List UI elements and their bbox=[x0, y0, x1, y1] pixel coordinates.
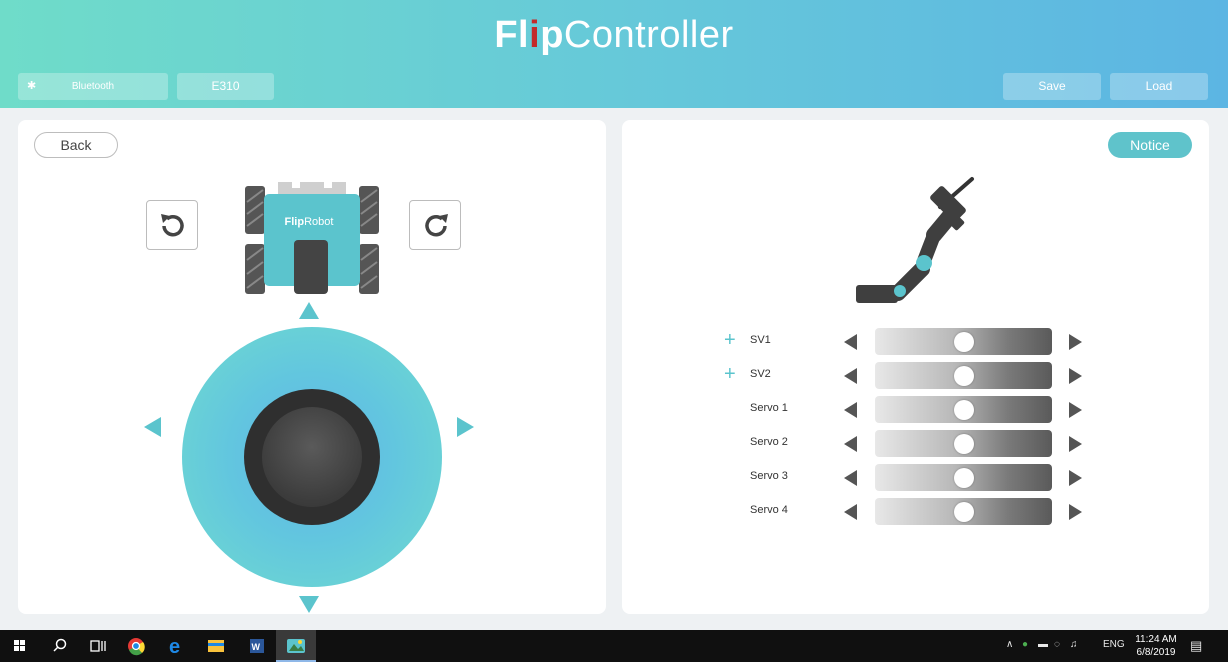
bluetooth-button[interactable]: ✱ Bluetooth bbox=[18, 73, 168, 100]
servo-slider[interactable] bbox=[875, 328, 1052, 355]
save-button[interactable]: Save bbox=[1003, 73, 1101, 100]
servo-slider-thumb[interactable] bbox=[953, 502, 974, 522]
tray-defender-icon[interactable]: ● bbox=[1022, 639, 1028, 650]
tray-overflow-chevron-icon[interactable]: ∧ bbox=[1006, 639, 1013, 650]
taskbar-word[interactable]: W bbox=[236, 630, 276, 662]
servo-slider[interactable] bbox=[875, 430, 1052, 457]
servo-label: Servo 3 bbox=[750, 470, 788, 482]
arrow-left-button[interactable] bbox=[144, 417, 161, 437]
servo-row: Servo 1 bbox=[622, 396, 1209, 424]
servo-row: Servo 3 bbox=[622, 464, 1209, 492]
windows-icon bbox=[14, 640, 25, 651]
tray-battery-icon[interactable]: ▬ bbox=[1038, 639, 1048, 650]
task-view-icon bbox=[90, 640, 106, 652]
servo-increase-button[interactable] bbox=[1069, 334, 1082, 350]
servo-increase-button[interactable] bbox=[1069, 470, 1082, 486]
robot-image bbox=[245, 182, 379, 294]
back-button[interactable]: Back bbox=[34, 132, 118, 158]
servo-row: + SV1 bbox=[622, 328, 1209, 356]
servo-row: + SV2 bbox=[622, 362, 1209, 390]
model-button[interactable]: E310 bbox=[177, 73, 274, 100]
tray-volume-icon[interactable]: ♫ bbox=[1070, 639, 1078, 650]
servo-slider-thumb[interactable] bbox=[953, 332, 974, 352]
servo-label: SV2 bbox=[750, 368, 771, 380]
servo-increase-button[interactable] bbox=[1069, 368, 1082, 384]
servo-increase-button[interactable] bbox=[1069, 504, 1082, 520]
servo-increase-button[interactable] bbox=[1069, 436, 1082, 452]
arrow-up-button[interactable] bbox=[299, 302, 319, 319]
servo-slider[interactable] bbox=[875, 464, 1052, 491]
add-servo-button[interactable]: + bbox=[724, 364, 736, 384]
header-bar: FlipController ✱ Bluetooth E310 Save Loa… bbox=[0, 0, 1228, 108]
servo-slider[interactable] bbox=[875, 396, 1052, 423]
servo-decrease-button[interactable] bbox=[844, 402, 857, 418]
app-logo: FlipController bbox=[494, 14, 734, 56]
rotate-right-button[interactable] bbox=[409, 200, 461, 250]
arm-panel: Notice + SV1 + SV2 Servo 1 Servo 2 Servo 3 Serv… bbox=[622, 120, 1209, 614]
servo-decrease-button[interactable] bbox=[844, 504, 857, 520]
servo-label: Servo 1 bbox=[750, 402, 788, 414]
taskbar-chrome[interactable] bbox=[116, 630, 156, 662]
servo-label: SV1 bbox=[750, 334, 771, 346]
servo-slider[interactable] bbox=[875, 498, 1052, 525]
rotate-cw-icon bbox=[425, 214, 448, 237]
servo-decrease-button[interactable] bbox=[844, 334, 857, 350]
robot-brand-label: FlipRobot bbox=[284, 216, 334, 228]
start-button[interactable] bbox=[0, 630, 40, 662]
servo-decrease-button[interactable] bbox=[844, 470, 857, 486]
svg-text:W: W bbox=[252, 642, 261, 652]
search-button[interactable] bbox=[40, 630, 80, 662]
servo-slider-thumb[interactable] bbox=[953, 366, 974, 386]
rotate-left-button[interactable] bbox=[146, 200, 198, 250]
arrow-right-button[interactable] bbox=[457, 417, 474, 437]
tray-wifi-icon[interactable]: ◌ bbox=[1054, 639, 1060, 650]
servo-slider-thumb[interactable] bbox=[953, 400, 974, 420]
flipcontroller-app-icon bbox=[287, 639, 305, 653]
servo-label: Servo 2 bbox=[750, 436, 788, 448]
taskbar: e W ∧ ● ▬ ◌ ♫ ENG 11:24 AM 6/8/2019 ▤ bbox=[0, 630, 1228, 662]
servo-slider-thumb[interactable] bbox=[953, 434, 974, 454]
folder-icon bbox=[208, 640, 224, 652]
taskbar-clock[interactable]: 11:24 AM 6/8/2019 bbox=[1134, 633, 1178, 659]
word-icon: W bbox=[250, 639, 264, 653]
svg-text:e: e bbox=[169, 636, 180, 658]
servo-label: Servo 4 bbox=[750, 504, 788, 516]
servo-decrease-button[interactable] bbox=[844, 436, 857, 452]
rotate-ccw-icon bbox=[161, 214, 184, 237]
drive-panel: Back FlipRobot bbox=[18, 120, 606, 614]
servo-row: Servo 2 bbox=[622, 430, 1209, 458]
taskbar-file-explorer[interactable] bbox=[196, 630, 236, 662]
servo-row: Servo 4 bbox=[622, 498, 1209, 526]
load-button[interactable]: Load bbox=[1110, 73, 1208, 100]
task-view-button[interactable] bbox=[78, 630, 118, 662]
robot-arm-image bbox=[856, 177, 974, 303]
edge-icon: e bbox=[169, 636, 180, 658]
joystick-knob[interactable] bbox=[244, 389, 380, 525]
taskbar-edge[interactable]: e bbox=[156, 630, 196, 662]
servo-slider[interactable] bbox=[875, 362, 1052, 389]
notifications-icon[interactable]: ▤ bbox=[1190, 638, 1202, 654]
servo-slider-thumb[interactable] bbox=[953, 468, 974, 488]
add-servo-button[interactable]: + bbox=[724, 330, 736, 350]
notice-button[interactable]: Notice bbox=[1108, 132, 1192, 158]
tray-language[interactable]: ENG bbox=[1103, 639, 1125, 650]
servo-increase-button[interactable] bbox=[1069, 402, 1082, 418]
search-icon bbox=[53, 638, 67, 652]
servo-decrease-button[interactable] bbox=[844, 368, 857, 384]
chrome-icon bbox=[128, 638, 145, 656]
arrow-down-button[interactable] bbox=[299, 596, 319, 613]
bluetooth-icon: ✱ bbox=[27, 80, 37, 92]
taskbar-flipcontroller[interactable] bbox=[276, 630, 316, 662]
